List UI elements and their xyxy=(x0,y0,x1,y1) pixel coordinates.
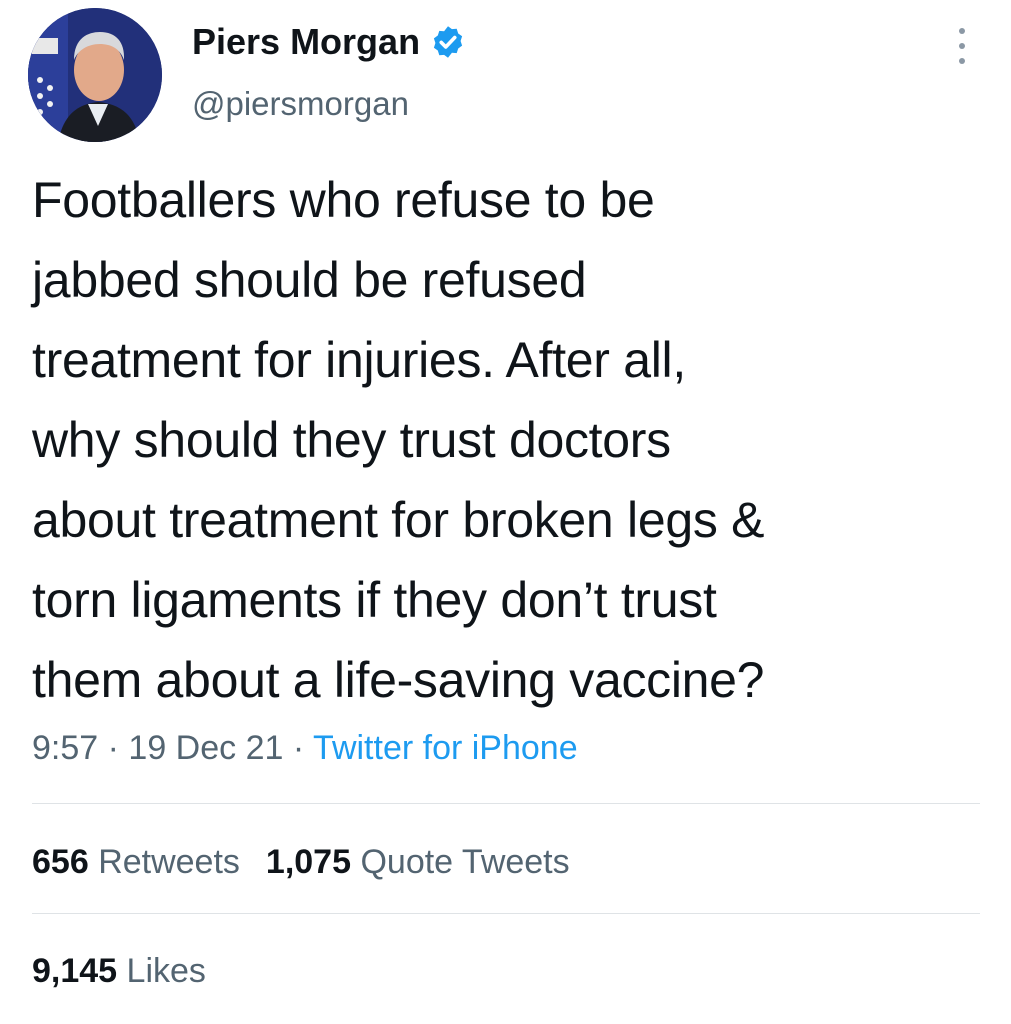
author-name-text: Piers Morgan xyxy=(192,21,421,62)
more-dot xyxy=(959,43,965,49)
likes-label: Likes xyxy=(126,952,206,990)
tweet-text: Footballers who refuse to be jabbed shou… xyxy=(32,160,992,720)
likes-stat[interactable]: 9,145 Likes xyxy=(32,947,206,995)
more-options-icon[interactable] xyxy=(948,26,976,66)
tweet-time[interactable]: 9:57 xyxy=(32,729,98,767)
likes-count: 9,145 xyxy=(32,952,118,990)
divider xyxy=(32,913,980,914)
quote-tweets-label: Quote Tweets xyxy=(360,843,570,881)
tweet-date[interactable]: 19 Dec 21 xyxy=(128,729,283,767)
author-display-name[interactable]: Piers Morgan xyxy=(192,18,466,66)
retweets-label: Retweets xyxy=(98,843,240,881)
tweet-text-line: torn ligaments if they don’t trust xyxy=(32,572,717,628)
more-dot xyxy=(959,28,965,34)
profile-photo-icon xyxy=(28,8,162,142)
engagement-stats-row: 656 Retweets 1,075 Quote Tweets xyxy=(32,838,570,886)
quote-tweets-stat[interactable]: 1,075 Quote Tweets xyxy=(266,843,570,881)
avatar[interactable] xyxy=(28,8,162,142)
tweet-text-line: Footballers who refuse to be xyxy=(32,172,655,228)
tweet-text-line: them about a life-saving vaccine? xyxy=(32,652,765,708)
quote-tweets-count: 1,075 xyxy=(265,843,352,881)
meta-separator: · xyxy=(292,729,305,767)
tweet-text-line: about treatment for broken legs & xyxy=(32,492,765,548)
retweets-count: 656 xyxy=(32,843,89,881)
tweet-text-line: treatment for injuries. After all, xyxy=(32,332,686,388)
tweet-metadata: 9:57 · 19 Dec 21 · Twitter for iPhone xyxy=(32,724,578,772)
more-dot xyxy=(959,58,965,64)
author-handle[interactable]: @piersmorgan xyxy=(192,82,409,126)
tweet-source-link[interactable]: Twitter for iPhone xyxy=(313,729,578,767)
tweet-detail: Piers Morgan @piersmorgan Footballers wh… xyxy=(0,0,1011,1024)
tweet-text-line: why should they trust doctors xyxy=(32,412,671,468)
divider xyxy=(32,803,980,804)
retweets-stat[interactable]: 656 Retweets xyxy=(32,843,240,881)
verified-badge-icon xyxy=(433,26,463,58)
tweet-text-line: jabbed should be refused xyxy=(32,252,587,308)
meta-separator: · xyxy=(107,729,119,767)
